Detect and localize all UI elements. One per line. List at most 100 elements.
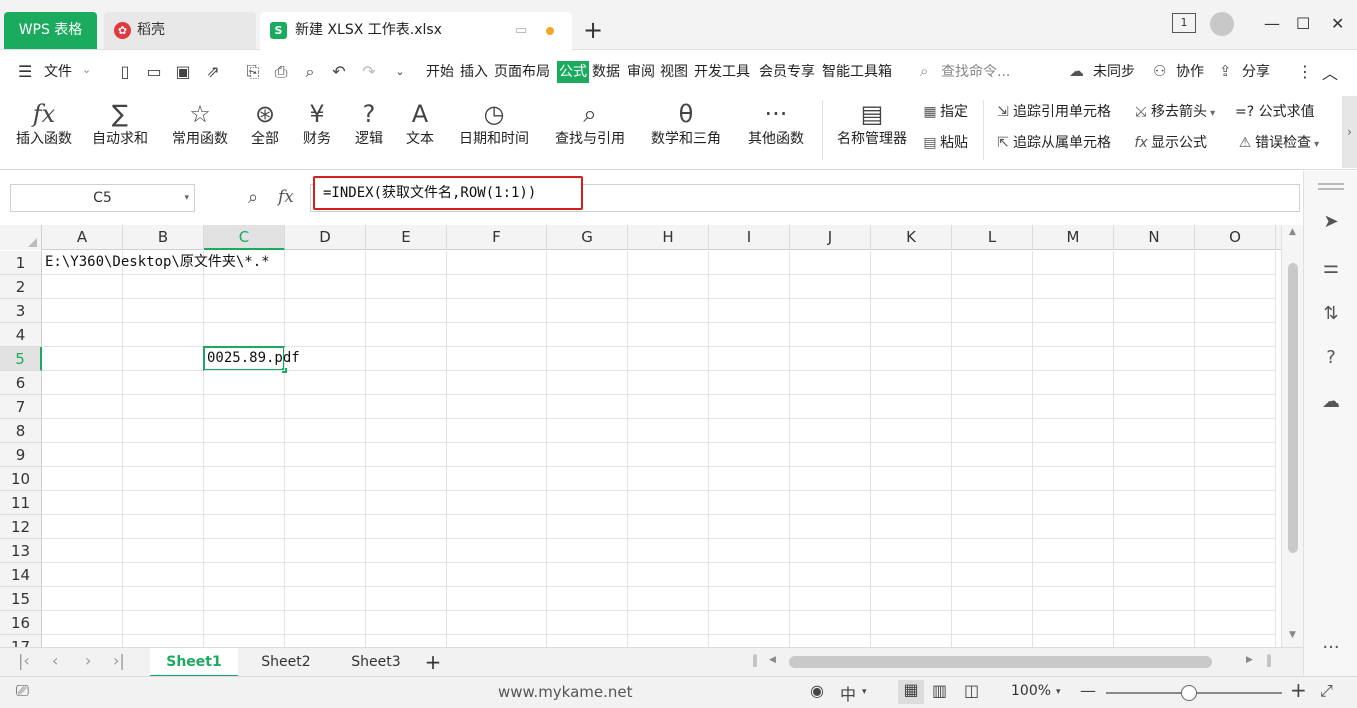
cell-f9[interactable] [447, 443, 547, 467]
save-icon[interactable]: ▣ [173, 62, 193, 82]
cell-o4[interactable] [1195, 323, 1276, 347]
row-header-2[interactable]: 2 [0, 275, 42, 299]
cell-e15[interactable] [366, 587, 447, 611]
row-header-4[interactable]: 4 [0, 323, 42, 347]
cell-l13[interactable] [952, 539, 1033, 563]
redo-icon[interactable]: ↷ [359, 62, 379, 82]
cell-a14[interactable] [42, 563, 123, 587]
more-chevron-icon[interactable]: ⌄ [390, 62, 410, 82]
cell-h14[interactable] [628, 563, 709, 587]
cell-j7[interactable] [790, 395, 871, 419]
name-manager-button[interactable]: ▤ 名称管理器 [832, 98, 912, 162]
cell-k1[interactable] [871, 251, 952, 275]
row-header-8[interactable]: 8 [0, 419, 42, 443]
column-header-g[interactable]: G [547, 225, 628, 250]
scroll-up-icon[interactable]: ▲ [1289, 227, 1296, 237]
cell-g17[interactable] [547, 635, 628, 647]
cell-a6[interactable] [42, 371, 123, 395]
cell-n2[interactable] [1114, 275, 1195, 299]
cell-c14[interactable] [204, 563, 285, 587]
cell-h12[interactable] [628, 515, 709, 539]
cell-i10[interactable] [709, 467, 790, 491]
export-icon[interactable]: ⇗ [203, 62, 223, 82]
tab-wps-spreadsheet[interactable]: WPS 表格 [4, 12, 97, 49]
cell-l15[interactable] [952, 587, 1033, 611]
cell-f4[interactable] [447, 323, 547, 347]
trace-precedents-button[interactable]: ⇲ 追踪引用单元格 [993, 100, 1111, 124]
cell-n14[interactable] [1114, 563, 1195, 587]
cell-k10[interactable] [871, 467, 952, 491]
prev-sheet-icon[interactable]: ‹ [52, 651, 58, 670]
cell-i6[interactable] [709, 371, 790, 395]
cell-o15[interactable] [1195, 587, 1276, 611]
cell-o5[interactable] [1195, 347, 1276, 371]
cell-j4[interactable] [790, 323, 871, 347]
cell-b15[interactable] [123, 587, 204, 611]
menu-home[interactable]: 开始 [426, 50, 454, 94]
cell-g15[interactable] [547, 587, 628, 611]
autosum-button[interactable]: ∑ 自动求和 [83, 98, 157, 162]
chevron-down-icon[interactable]: ▾ [862, 687, 867, 697]
cell-l7[interactable] [952, 395, 1033, 419]
cell-m5[interactable] [1033, 347, 1114, 371]
share-button[interactable]: 分享 [1242, 50, 1270, 94]
cell-e6[interactable] [366, 371, 447, 395]
cell-b14[interactable] [123, 563, 204, 587]
chevron-down-icon[interactable]: ▾ [184, 185, 189, 211]
cell-j14[interactable] [790, 563, 871, 587]
cell-g6[interactable] [547, 371, 628, 395]
cell-m13[interactable] [1033, 539, 1114, 563]
cell-g10[interactable] [547, 467, 628, 491]
text-button[interactable]: A 文本 [398, 98, 442, 162]
cell-c16[interactable] [204, 611, 285, 635]
next-sheet-icon[interactable]: › [85, 651, 91, 670]
cell-b11[interactable] [123, 491, 204, 515]
cell-b13[interactable] [123, 539, 204, 563]
sync-status[interactable]: 未同步 [1093, 50, 1135, 94]
cell-c8[interactable] [204, 419, 285, 443]
avatar[interactable] [1210, 12, 1234, 36]
row-header-15[interactable]: 15 [0, 587, 42, 611]
cell-o6[interactable] [1195, 371, 1276, 395]
cell-h10[interactable] [628, 467, 709, 491]
cell-k7[interactable] [871, 395, 952, 419]
cell-a16[interactable] [42, 611, 123, 635]
cell-e7[interactable] [366, 395, 447, 419]
menu-data[interactable]: 数据 [592, 50, 620, 94]
cell-l11[interactable] [952, 491, 1033, 515]
cell-l10[interactable] [952, 467, 1033, 491]
cell-j5[interactable] [790, 347, 871, 371]
cell-h2[interactable] [628, 275, 709, 299]
cell-d6[interactable] [285, 371, 366, 395]
row-header-11[interactable]: 11 [0, 491, 42, 515]
cell-l4[interactable] [952, 323, 1033, 347]
transform-icon[interactable]: ⇅ [1318, 301, 1344, 327]
evaluate-formula-button[interactable]: =? 公式求值 [1235, 100, 1315, 124]
cell-k9[interactable] [871, 443, 952, 467]
other-functions-button[interactable]: ··· 其他函数 [739, 98, 813, 162]
cell-c7[interactable] [204, 395, 285, 419]
scroll-right-icon[interactable]: ▶ [1246, 655, 1253, 665]
menu-formulas[interactable]: 公式 [557, 61, 589, 83]
column-header-o[interactable]: O [1195, 225, 1276, 250]
cell-i13[interactable] [709, 539, 790, 563]
cell-l6[interactable] [952, 371, 1033, 395]
specify-button[interactable]: ▦ 指定 [920, 100, 968, 124]
trace-dependents-button[interactable]: ⇱ 追踪从属单元格 [993, 131, 1111, 155]
column-header-m[interactable]: M [1033, 225, 1114, 250]
cell-b6[interactable] [123, 371, 204, 395]
cell-g12[interactable] [547, 515, 628, 539]
cell-n1[interactable] [1114, 251, 1195, 275]
cell-c13[interactable] [204, 539, 285, 563]
cell-b7[interactable] [123, 395, 204, 419]
cell-c4[interactable] [204, 323, 285, 347]
pdf-icon[interactable]: ⎘ [243, 62, 263, 82]
formula-highlight-box[interactable]: =INDEX(获取文件名,ROW(1:1)) [313, 176, 583, 210]
cell-b4[interactable] [123, 323, 204, 347]
cell-m16[interactable] [1033, 611, 1114, 635]
cell-o2[interactable] [1195, 275, 1276, 299]
cell-f16[interactable] [447, 611, 547, 635]
tab-document[interactable]: S 新建 XLSX 工作表.xlsx ▭ [260, 12, 572, 50]
column-header-e[interactable]: E [366, 225, 447, 250]
cell-g5[interactable] [547, 347, 628, 371]
